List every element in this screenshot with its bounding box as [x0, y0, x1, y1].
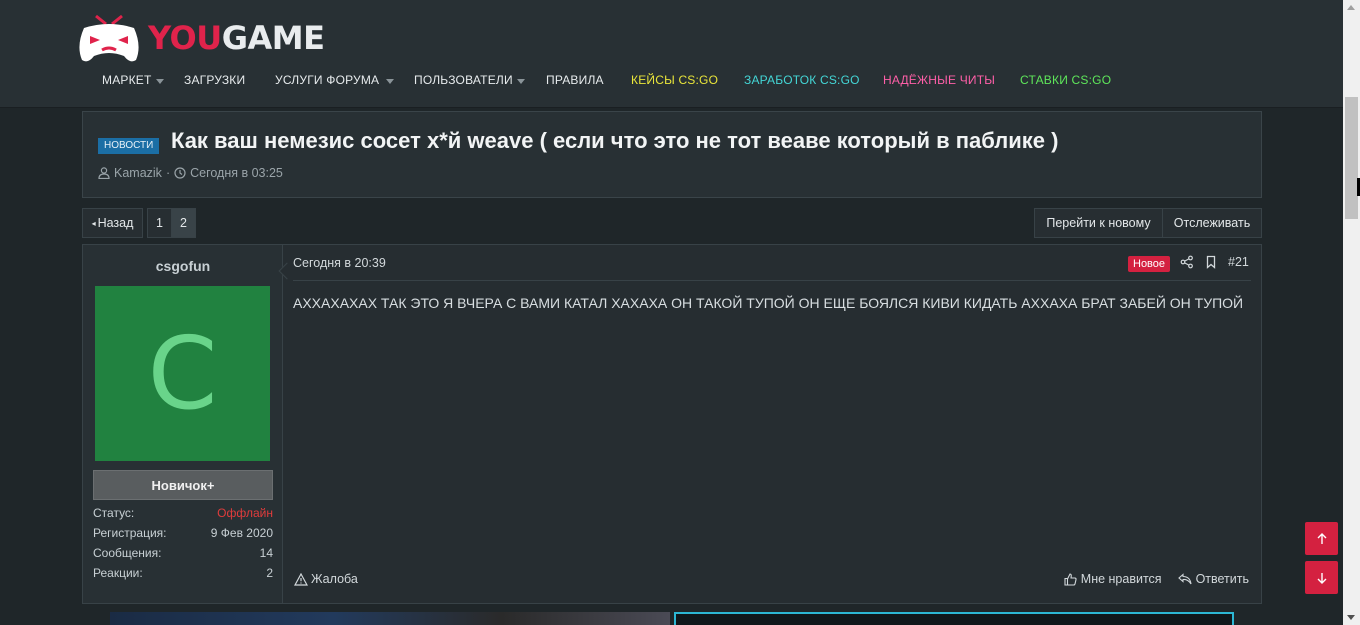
meta-separator: · [165, 166, 171, 180]
site-header: YOUGAME МАРКЕТ ЗАГРУЗКИ УСЛУГИ ФОРУМА ПО… [0, 0, 1343, 108]
chevron-down-icon[interactable] [156, 79, 164, 84]
chevron-down-icon[interactable] [386, 79, 394, 84]
stat-status: Статус: Оффлайн [93, 506, 273, 520]
post-body: АХХАХАХАХ ТАК ЭТО Я ВЧЕРА С ВАМИ КАТАЛ Х… [293, 295, 1244, 311]
scroll-up-arrow-icon[interactable] [1347, 5, 1355, 10]
new-badge: Новое [1128, 256, 1171, 272]
reply-icon [1177, 573, 1192, 585]
scroll-down-arrow-icon[interactable] [1347, 615, 1355, 620]
nav-item-users[interactable]: ПОЛЬЗОВАТЕЛИ [414, 73, 513, 87]
nav-item-reliable-cheats[interactable]: НАДЁЖНЫЕ ЧИТЫ [883, 73, 995, 87]
post-actions: #21 [1180, 255, 1249, 269]
nav-item-forum-services[interactable]: УСЛУГИ ФОРУМА [275, 73, 379, 87]
share-icon[interactable] [1180, 255, 1194, 269]
nav-item-csgo-cases[interactable]: КЕЙСЫ CS:GO [631, 73, 718, 87]
report-link[interactable]: Жалоба [294, 572, 358, 586]
nav-item-market[interactable]: МАРКЕТ [102, 73, 152, 87]
stat-messages: Сообщения: 14 [93, 546, 273, 560]
chevron-left-icon: ◂ [91, 218, 96, 228]
nav-item-downloads[interactable]: ЗАГРУЗКИ [184, 73, 245, 87]
page-1-button[interactable]: 1 [147, 208, 172, 238]
nav-item-rules[interactable]: ПРАВИЛА [546, 73, 604, 87]
arrow-up-icon [1317, 532, 1326, 544]
thread-date[interactable]: Сегодня в 03:25 [190, 166, 283, 180]
clock-icon [174, 167, 186, 179]
reply-button[interactable]: Ответить [1177, 572, 1249, 586]
post-date[interactable]: Сегодня в 20:39 [293, 256, 386, 270]
stat-reactions: Реакции: 2 [93, 566, 273, 580]
post-number[interactable]: #21 [1228, 255, 1249, 269]
scroll-to-bottom-button[interactable] [1305, 561, 1338, 594]
nav-item-csgo-earnings[interactable]: ЗАРАБОТОК CS:GO [744, 73, 860, 87]
warning-icon [294, 572, 308, 586]
user-icon [98, 167, 110, 179]
page-scrollbar[interactable] [1343, 0, 1360, 625]
thread-header: НОВОСТИ Как ваш немезис сосет х*й weave … [82, 111, 1262, 198]
post-divider [293, 280, 1251, 281]
thumbs-up-icon [1064, 572, 1077, 586]
thread-meta: Kamazik · Сегодня в 03:25 [98, 166, 283, 180]
bookmark-icon[interactable] [1204, 255, 1218, 269]
page-2-button[interactable]: 2 [171, 208, 196, 238]
thread-prefix-badge[interactable]: НОВОСТИ [98, 138, 160, 154]
post-21: csgofun C Новичок+ Статус: Оффлайн Регист… [82, 244, 1262, 604]
back-button[interactable]: ◂ Назад [82, 208, 143, 238]
chevron-down-icon[interactable] [517, 79, 525, 84]
ad-banner-right[interactable] [674, 612, 1234, 625]
stat-registration: Регистрация: 9 Фев 2020 [93, 526, 273, 540]
watch-button[interactable]: Отслеживать [1162, 208, 1262, 238]
thread-title: Как ваш немезис сосет х*й weave ( если ч… [171, 128, 1059, 153]
post-footer-actions: Мне нравится Ответить [1064, 572, 1249, 586]
goto-new-button[interactable]: Перейти к новому [1034, 208, 1163, 238]
nav-item-csgo-bets[interactable]: СТАВКИ CS:GO [1020, 73, 1111, 87]
scroll-to-top-button[interactable] [1305, 522, 1338, 555]
user-rank-badge: Новичок+ [93, 470, 273, 500]
post-user-panel: csgofun C Новичок+ Статус: Оффлайн Регист… [83, 245, 283, 603]
like-button[interactable]: Мне нравится [1064, 572, 1162, 586]
site-logo-text[interactable]: YOUGAME [148, 22, 325, 54]
ad-banner-left[interactable] [110, 612, 670, 625]
thread-author[interactable]: Kamazik [114, 166, 162, 180]
arrow-down-icon [1317, 572, 1326, 584]
scrollbar-thumb[interactable] [1345, 97, 1358, 219]
post-username[interactable]: csgofun [83, 258, 283, 274]
avatar[interactable]: C [95, 286, 270, 461]
